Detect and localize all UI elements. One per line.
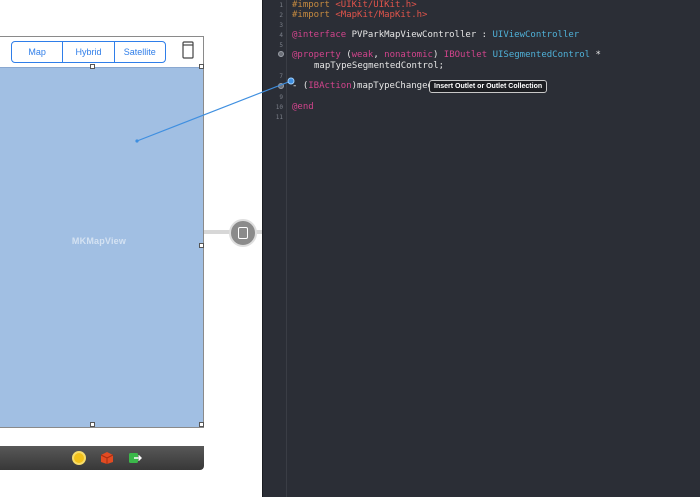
first-responder-cube-icon[interactable] [100, 451, 114, 465]
action-connection-indicator[interactable] [278, 83, 284, 89]
line-number: 2 [279, 12, 283, 19]
import-directive: #import [292, 0, 330, 10]
attribute: weak [351, 50, 374, 60]
keyword: @end [292, 102, 314, 112]
code-line-2: #import <MapKit/MapKit.h> [292, 10, 427, 20]
insert-outlet-tooltip: Insert Outlet or Outlet Collection [429, 80, 548, 93]
colon: : [481, 30, 488, 40]
comma: , [373, 50, 379, 60]
code-line-6-cont: mapTypeSegmentedControl; [314, 61, 444, 71]
resize-handle-top-right[interactable] [199, 64, 204, 69]
view-controller-scene[interactable]: Map Hybrid Satellite MKMapView [0, 36, 204, 428]
segment-hybrid[interactable]: Hybrid [62, 42, 113, 62]
code-line-1: #import <UIKit/UIKit.h> [292, 0, 417, 10]
ibaction: IBAction [308, 81, 352, 91]
map-type-segmented-control[interactable]: Map Hybrid Satellite [11, 41, 166, 63]
property-name: mapTypeSegmentedControl; [314, 61, 445, 71]
scene-dock [0, 446, 204, 470]
superclass: UIViewController [492, 30, 580, 40]
interface-builder-canvas: Map Hybrid Satellite MKMapView [0, 0, 262, 497]
keyword: @property [292, 50, 341, 60]
resize-handle-bottom[interactable] [90, 422, 95, 427]
import-path: <UIKit/UIKit.h> [335, 0, 417, 10]
iboutlet: IBOutlet [443, 50, 488, 60]
line-number: 9 [279, 94, 283, 101]
assistant-code-editor[interactable]: 1 2 3 4 5 6 7 8 9 10 11 #import <UIKit/U… [262, 0, 700, 497]
method-name: mapTypeChanged [357, 81, 433, 91]
map-view[interactable]: MKMapView [0, 67, 203, 427]
container-view-icon[interactable] [182, 41, 194, 59]
resize-handle-top[interactable] [90, 64, 95, 69]
import-directive: #import [292, 10, 330, 20]
view-controller-icon[interactable] [72, 451, 86, 465]
line-number: 7 [279, 73, 283, 80]
type-name: UISegmentedControl [492, 50, 591, 60]
pointer: * [595, 50, 601, 60]
resize-handle-right[interactable] [199, 243, 204, 248]
line-number: 11 [275, 114, 283, 121]
code-line-6: @property (weak, nonatomic) IBOutlet UIS… [292, 50, 601, 60]
code-line-4: @interface PVParkMapViewController : UIV… [292, 30, 579, 40]
paren: ) [432, 50, 439, 60]
line-number: 4 [279, 32, 283, 39]
code-line-8: - (IBAction)mapTypeChanged [292, 81, 433, 91]
segue-glyph [238, 227, 248, 239]
method-dash: - [292, 81, 298, 91]
line-number: 10 [275, 104, 283, 111]
segment-satellite[interactable]: Satellite [113, 42, 165, 62]
segue-icon[interactable] [229, 219, 257, 247]
code-line-10: @end [292, 102, 314, 112]
line-number: 3 [279, 22, 283, 29]
outlet-connection-indicator[interactable] [278, 51, 284, 57]
line-number: 5 [279, 42, 283, 49]
attribute: nonatomic [384, 50, 433, 60]
segment-map[interactable]: Map [12, 42, 62, 62]
keyword: @interface [292, 30, 347, 40]
line-number: 1 [279, 2, 283, 9]
exit-icon[interactable] [128, 451, 142, 465]
class-name: PVParkMapViewController [351, 30, 477, 40]
line-number-gutter: 1 2 3 4 5 6 7 8 9 10 11 [263, 0, 287, 497]
map-view-label: MKMapView [71, 236, 127, 246]
import-path: <MapKit/MapKit.h> [335, 10, 428, 20]
resize-handle-bottom-right[interactable] [199, 422, 204, 427]
